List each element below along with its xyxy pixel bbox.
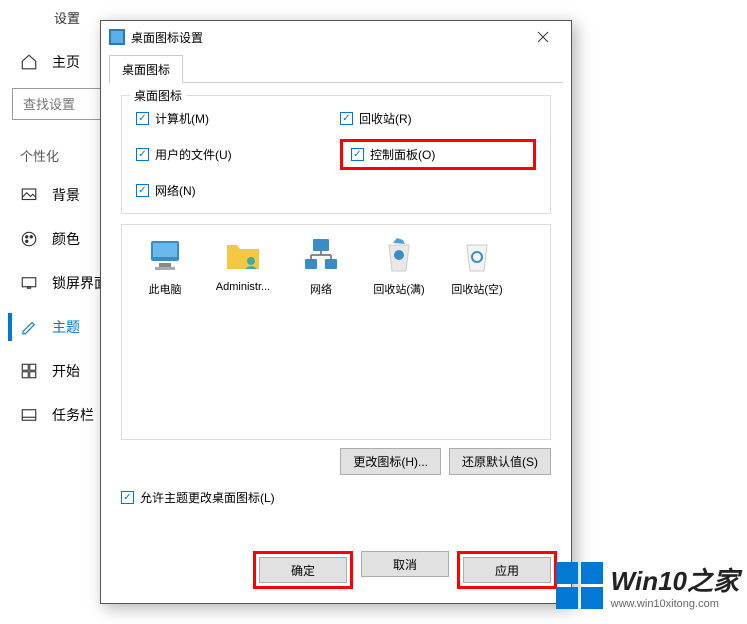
icon-label: 回收站(满)	[373, 281, 424, 297]
windows-logo-icon	[556, 562, 603, 609]
preview-icon-user[interactable]: Administr...	[206, 235, 280, 293]
home-label: 主页	[52, 52, 80, 72]
dialog-icon	[109, 29, 125, 45]
preview-icon-recycle-empty[interactable]: 回收站(空)	[440, 235, 514, 297]
recycle-empty-icon	[457, 235, 497, 275]
restore-default-button[interactable]: 还原默认值(S)	[449, 448, 551, 475]
preview-icon-recycle-full[interactable]: 回收站(满)	[362, 235, 436, 297]
sidebar-item-label: 任务栏	[52, 405, 94, 425]
highlight-control-panel: ✓控制面板(O)	[340, 139, 536, 170]
checkbox-control-panel[interactable]: ✓控制面板(O)	[351, 146, 525, 163]
home-icon	[20, 53, 38, 71]
highlight-ok: 确定	[253, 551, 353, 589]
sidebar-item-label: 背景	[52, 185, 80, 205]
preview-icon-network[interactable]: 网络	[284, 235, 358, 297]
icon-label: 此电脑	[149, 281, 182, 297]
taskbar-icon	[20, 406, 38, 424]
checkbox-label: 控制面板(O)	[370, 146, 435, 163]
checkbox-recycle[interactable]: ✓回收站(R)	[340, 110, 536, 127]
dialog-title: 桌面图标设置	[131, 29, 523, 46]
recycle-full-icon	[379, 235, 419, 275]
desktop-icons-group: 桌面图标 ✓计算机(M) ✓回收站(R) ✓用户的文件(U) ✓控制面板(O) …	[121, 95, 551, 214]
icon-preview-area: 此电脑 Administr... 网络 回收站(满) 回收站(空)	[121, 224, 551, 440]
watermark: Win10之家 www.win10xitong.com	[556, 561, 739, 610]
watermark-url: www.win10xitong.com	[611, 598, 739, 610]
tab-desktop-icons[interactable]: 桌面图标	[109, 55, 183, 83]
desktop-icon-settings-dialog: 桌面图标设置 桌面图标 桌面图标 ✓计算机(M) ✓回收站(R) ✓用户的文件(…	[100, 20, 572, 604]
watermark-brand: Win10之家	[611, 561, 739, 598]
folder-user-icon	[223, 235, 263, 275]
cancel-button[interactable]: 取消	[361, 551, 449, 577]
checkbox-computer[interactable]: ✓计算机(M)	[136, 110, 332, 127]
sidebar-item-label: 开始	[52, 361, 80, 381]
network-icon	[301, 235, 341, 275]
group-label: 桌面图标	[130, 87, 186, 104]
checkbox-label: 用户的文件(U)	[155, 146, 232, 163]
close-button[interactable]	[523, 23, 563, 51]
icon-label: 网络	[310, 281, 332, 297]
settings-app-title: 设置	[54, 8, 80, 27]
checkbox-label: 计算机(M)	[155, 110, 209, 127]
apply-button[interactable]: 应用	[463, 557, 551, 583]
close-icon	[537, 31, 549, 43]
checkbox-label: 回收站(R)	[359, 110, 412, 127]
sidebar-item-label: 颜色	[52, 229, 80, 249]
preview-icon-this-pc[interactable]: 此电脑	[128, 235, 202, 297]
highlight-apply: 应用	[457, 551, 557, 589]
start-icon	[20, 362, 38, 380]
icon-label: 回收站(空)	[451, 281, 502, 297]
sidebar-item-label: 主题	[52, 317, 80, 337]
ok-button[interactable]: 确定	[259, 557, 347, 583]
picture-icon	[20, 186, 38, 204]
icon-label: Administr...	[216, 281, 270, 293]
checkbox-label: 网络(N)	[155, 182, 196, 199]
lockscreen-icon	[20, 274, 38, 292]
computer-icon	[145, 235, 185, 275]
checkbox-allow-themes[interactable]: ✓允许主题更改桌面图标(L)	[121, 489, 551, 506]
change-icon-button[interactable]: 更改图标(H)...	[340, 448, 441, 475]
theme-icon	[20, 318, 38, 336]
palette-icon	[20, 230, 38, 248]
checkbox-label: 允许主题更改桌面图标(L)	[140, 489, 275, 506]
checkbox-network[interactable]: ✓网络(N)	[136, 182, 332, 199]
checkbox-userfiles[interactable]: ✓用户的文件(U)	[136, 139, 332, 170]
